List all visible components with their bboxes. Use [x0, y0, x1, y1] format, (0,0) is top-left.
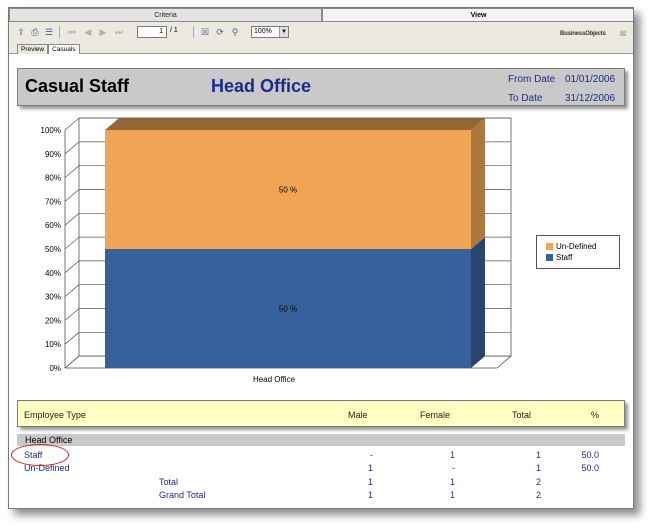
data-label: 50 %: [279, 305, 297, 314]
group-tree-icon[interactable]: ☰: [43, 26, 55, 38]
y-tick-label: 50%: [45, 245, 61, 254]
y-tick-label: 10%: [45, 340, 61, 349]
next-page-icon[interactable]: ▶: [97, 26, 109, 38]
page-number-input[interactable]: 1: [137, 26, 167, 38]
legend-swatch: [546, 254, 553, 261]
y-tick-label: 30%: [45, 293, 61, 302]
data-label: 50 %: [279, 186, 297, 195]
highlight-annotation: [11, 444, 69, 466]
zoom-value: 100%: [254, 28, 272, 35]
legend-label: Un-Defined: [556, 242, 597, 251]
grand-total-male: 1: [367, 490, 373, 500]
y-tick-label: 0%: [49, 364, 61, 373]
tab-preview[interactable]: Preview: [17, 44, 49, 54]
gridline-side: [64, 236, 80, 250]
column-header-percent: %: [591, 410, 600, 420]
y-tick-label: 20%: [45, 316, 61, 325]
column-header-female: Female: [420, 410, 451, 420]
bar-side-staff: [471, 237, 485, 368]
prev-page-icon[interactable]: ◀: [82, 26, 94, 38]
refresh-icon[interactable]: ⟳: [214, 26, 226, 38]
first-page-icon[interactable]: ⏮: [66, 26, 78, 38]
row-female: -: [452, 463, 455, 473]
report-title: Casual Staff: [25, 76, 130, 96]
total-label: Total: [159, 477, 179, 487]
from-date-value: 01/01/2006: [565, 74, 616, 85]
row-male: 1: [367, 463, 373, 473]
y-tick-label: 100%: [41, 126, 61, 135]
search-icon[interactable]: ⚲: [229, 26, 241, 38]
gridline-side: [64, 308, 80, 321]
export-icon[interactable]: ⇪: [15, 26, 27, 38]
chart-bars: [105, 118, 485, 368]
report-header: Casual Staff Head Office From Date 01/01…: [17, 68, 625, 106]
y-tick-label: 80%: [45, 174, 61, 183]
zoom-select[interactable]: 100% ▼: [251, 26, 289, 38]
stop-icon[interactable]: ☒: [199, 26, 211, 38]
floor-edge: [496, 355, 512, 369]
viewer-toolbar: ⇪ ⎙ ☰ ⏮ ◀ ▶ ⏭ 1 / 1 ☒ ⟳ ⚲ 100% ▼ Busines…: [9, 22, 633, 54]
row-total: 1: [535, 463, 541, 473]
bar-top-un-defined: [105, 118, 485, 130]
from-date-label: From Date: [508, 74, 556, 85]
column-header-male: Male: [348, 410, 368, 420]
column-header-employee-type: Employee Type: [24, 410, 86, 420]
row-male: -: [370, 450, 373, 460]
row-female: 1: [449, 450, 455, 460]
gridline-side: [64, 260, 80, 274]
tab-criteria[interactable]: Criteria: [9, 8, 322, 22]
toolbar-separator: [193, 26, 194, 38]
y-tick-label: 60%: [45, 221, 61, 230]
gridline-side: [64, 165, 80, 178]
row-percent: 50.0: [581, 463, 599, 473]
gridline-side: [64, 213, 80, 226]
report-location: Head Office: [211, 76, 312, 96]
chevron-down-icon[interactable]: ▼: [279, 27, 288, 37]
gridline-side: [64, 141, 80, 155]
row-percent: 50.0: [581, 450, 599, 460]
legend-item-staff: Staff: [546, 253, 572, 262]
gridline-side: [64, 117, 80, 131]
print-icon[interactable]: ⎙: [29, 26, 41, 38]
grand-total-label: Grand Total: [159, 490, 206, 500]
y-tick-label: 40%: [45, 269, 61, 278]
total-total: 2: [535, 477, 541, 487]
gridline-side: [64, 284, 80, 297]
report-viewer-window: Criteria View ⇪ ⎙ ☰ ⏮ ◀ ▶ ⏭ 1 / 1 ☒ ⟳ ⚲ …: [8, 7, 634, 509]
column-header-total: Total: [512, 410, 532, 420]
y-tick-label: 90%: [45, 150, 61, 159]
legend-swatch: [546, 243, 553, 250]
gridline-side: [64, 189, 80, 202]
bar-side-un-defined: [471, 118, 485, 249]
total-female: 1: [449, 477, 455, 487]
x-tick-label: Head Office: [253, 375, 296, 384]
grand-total-female: 1: [449, 490, 455, 500]
gridline-side: [64, 332, 80, 345]
gridline-side: [64, 355, 80, 369]
sub-tab-bar: Preview Casuals: [17, 44, 80, 54]
to-date-label: To Date: [508, 93, 543, 104]
total-male: 1: [367, 477, 373, 487]
group-header-row: Head Office: [17, 434, 625, 446]
chart-legend: Un-Defined Staff: [536, 235, 620, 269]
to-date-value: 31/12/2006: [565, 93, 616, 104]
close-icon[interactable]: ☒: [620, 30, 626, 38]
brand-logo: BusinessObjects: [560, 31, 606, 37]
grand-total-total: 2: [535, 490, 541, 500]
toolbar-separator: [59, 26, 60, 38]
last-page-icon[interactable]: ⏭: [113, 26, 125, 38]
page-total-label: / 1: [170, 27, 178, 34]
tab-casuals[interactable]: Casuals: [48, 44, 80, 54]
legend-label: Staff: [556, 253, 573, 262]
table-header: Employee Type Male Female Total %: [17, 400, 625, 427]
legend-item-undefined: Un-Defined: [546, 242, 596, 251]
y-tick-label: 70%: [45, 197, 61, 206]
top-tab-bar: Criteria View: [9, 8, 633, 22]
tab-view[interactable]: View: [322, 8, 633, 22]
row-total: 1: [535, 450, 541, 460]
